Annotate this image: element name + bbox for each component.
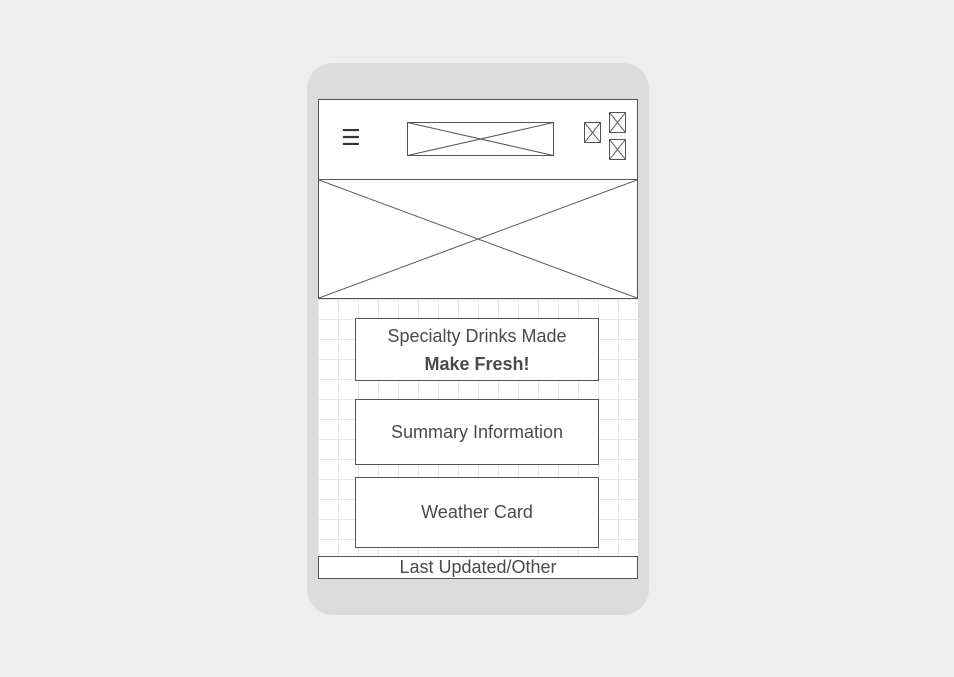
footer-bar: Last Updated/Other: [318, 556, 638, 579]
hero-section: [318, 179, 638, 299]
weather-card[interactable]: Weather Card: [355, 477, 599, 548]
mobile-screen: ☰ Specialty Drinks Made Make Fresh! Summ…: [318, 99, 638, 579]
app-header: ☰: [318, 99, 638, 180]
action-icon-placeholder[interactable]: [609, 139, 627, 161]
action-icon-placeholder[interactable]: [584, 122, 602, 144]
specialty-drinks-title: Specialty Drinks Made: [387, 326, 567, 346]
specialty-drinks-card[interactable]: Specialty Drinks Made Make Fresh!: [355, 318, 599, 381]
summary-information-title: Summary Information: [390, 422, 564, 442]
last-updated-text: Last Updated/Other: [399, 557, 557, 577]
action-icon-placeholder[interactable]: [609, 112, 627, 134]
hero-image-placeholder: [319, 180, 637, 298]
weather-card-title: Weather Card: [421, 502, 533, 522]
hamburger-menu-icon[interactable]: ☰: [341, 124, 361, 152]
summary-information-card[interactable]: Summary Information: [355, 399, 599, 465]
logo-image-placeholder[interactable]: [407, 122, 555, 157]
specialty-drinks-subtitle: Make Fresh!: [424, 354, 530, 374]
